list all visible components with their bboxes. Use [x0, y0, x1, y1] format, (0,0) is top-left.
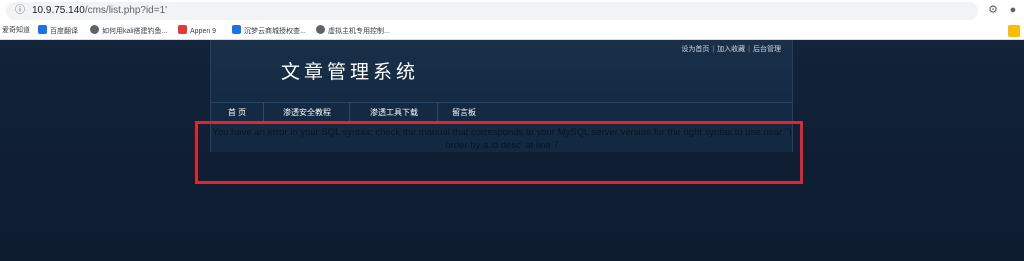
bookmarks-bar: 爱奇知道 百度翻译 如何用kali搭建钓鱼... Appen 9 沉梦云商城授权… [0, 22, 1024, 40]
bookmark-label: 百度翻译 [50, 28, 78, 35]
nav-item-tools[interactable]: 渗透工具下载 [351, 103, 437, 123]
divider [437, 103, 438, 123]
bookmark-label: 爱奇知道 [2, 27, 30, 34]
add-favorite-link[interactable]: 加入收藏 [714, 46, 748, 53]
site-logo[interactable]: 文章管理系统 [281, 58, 419, 86]
nav-item-tutorials[interactable]: 渗透安全教程 [265, 103, 349, 123]
avatar[interactable]: ● [1006, 3, 1020, 17]
main-nav: 首 页 渗透安全教程 渗透工具下载 留言板 [211, 102, 792, 123]
address-bar-row: ⓘ 10.9.75.140/cms/list.php?id=1' ⚙ ● [0, 0, 1024, 22]
bookmark-item[interactable]: 如何用kali搭建钓鱼... [90, 25, 167, 37]
bookmark-label: Appen 9 [190, 28, 217, 35]
bookmark-label: 如何用kali搭建钓鱼... [102, 28, 168, 35]
bookmark-item[interactable]: 虚拟主机专用控制... [316, 25, 390, 37]
nav-item-home[interactable]: 首 页 [211, 103, 263, 123]
bookmark-label: 虚拟主机专用控制... [328, 28, 390, 35]
globe-icon [90, 25, 99, 34]
highlight-box [195, 121, 803, 184]
cloud-icon [232, 25, 241, 34]
address-bar[interactable]: ⓘ 10.9.75.140/cms/list.php?id=1' [6, 2, 978, 20]
bookmark-item[interactable]: Appen 9 [178, 25, 216, 37]
appen-icon [178, 25, 187, 34]
extensions-icon[interactable]: ⚙ [986, 3, 1000, 17]
page-body: 设为首页 | 加入收藏 | 后台管理 文章管理系统 首 页 渗透安全教程 渗透工具下载 … [0, 40, 1024, 261]
url-text[interactable]: 10.9.75.140/cms/list.php?id=1' [32, 4, 167, 18]
folder-icon[interactable] [1008, 25, 1020, 37]
site-info-icon[interactable]: ⓘ [14, 5, 26, 17]
admin-link[interactable]: 后台管理 [750, 46, 784, 53]
bookmark-label: 沉梦云商城授权查... [244, 28, 306, 35]
divider [263, 103, 264, 123]
bookmark-item[interactable]: 沉梦云商城授权查... [232, 25, 306, 37]
bookmark-item[interactable]: 百度翻译 [38, 25, 78, 37]
bookmark-item[interactable]: 爱奇知道 [2, 25, 30, 37]
set-homepage-link[interactable]: 设为首页 [678, 46, 712, 53]
top-links: 设为首页 | 加入收藏 | 后台管理 [678, 44, 784, 56]
translate-icon [38, 25, 47, 34]
nav-item-guestbook[interactable]: 留言板 [439, 103, 489, 123]
divider [349, 103, 350, 123]
globe-icon [316, 25, 325, 34]
